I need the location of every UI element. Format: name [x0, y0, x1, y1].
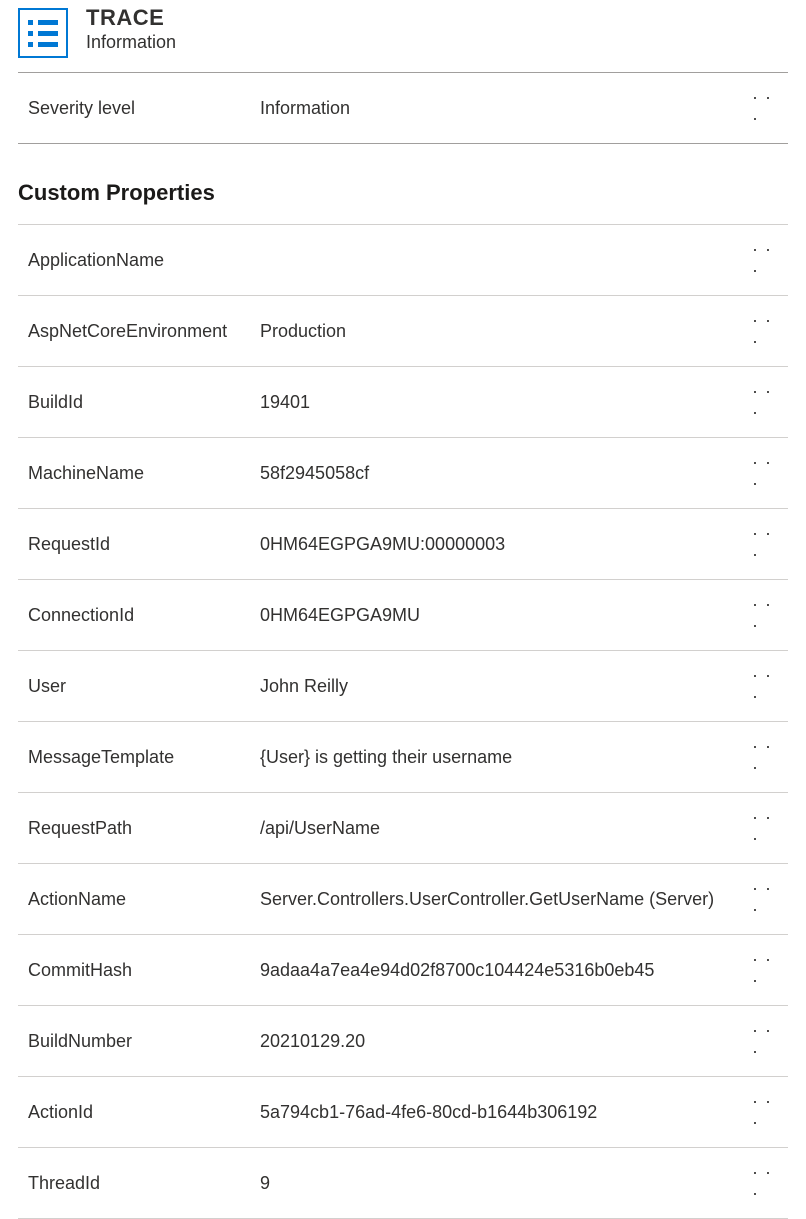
severity-table: Severity level Information · · ·: [18, 72, 788, 144]
custom-properties-title: Custom Properties: [18, 180, 788, 206]
property-value: /api/UserName: [260, 816, 752, 840]
property-row: RequestId0HM64EGPGA9MU:00000003· · ·: [18, 508, 788, 579]
ellipsis-icon[interactable]: · · ·: [752, 381, 782, 423]
ellipsis-icon[interactable]: · · ·: [752, 523, 782, 565]
property-row: ConnectionId0HM64EGPGA9MU· · ·: [18, 579, 788, 650]
ellipsis-icon[interactable]: · · ·: [752, 452, 782, 494]
ellipsis-icon[interactable]: · · ·: [752, 878, 782, 920]
trace-subtitle: Information: [86, 32, 176, 53]
ellipsis-icon[interactable]: · · ·: [752, 1020, 782, 1062]
property-value: 0HM64EGPGA9MU:00000003: [260, 532, 752, 556]
property-value: 58f2945058cf: [260, 461, 752, 485]
property-value: 5a794cb1-76ad-4fe6-80cd-b1644b306192: [260, 1100, 752, 1124]
property-value: {User} is getting their username: [260, 745, 752, 769]
property-value: John Reilly: [260, 674, 752, 698]
custom-properties-table: ApplicationName· · ·AspNetCoreEnvironmen…: [18, 224, 788, 1219]
property-row: UserJohn Reilly· · ·: [18, 650, 788, 721]
property-value: Production: [260, 319, 752, 343]
property-label: RequestId: [28, 532, 260, 556]
severity-value: Information: [260, 96, 752, 120]
property-value: 19401: [260, 390, 752, 414]
ellipsis-icon[interactable]: · · ·: [752, 1091, 782, 1133]
ellipsis-icon[interactable]: · · ·: [752, 665, 782, 707]
property-row: BuildNumber20210129.20· · ·: [18, 1005, 788, 1076]
severity-label: Severity level: [28, 96, 260, 120]
ellipsis-icon[interactable]: · · ·: [752, 1162, 782, 1204]
property-label: ConnectionId: [28, 603, 260, 627]
property-label: BuildNumber: [28, 1029, 260, 1053]
property-row: ActionNameServer.Controllers.UserControl…: [18, 863, 788, 934]
property-row: AspNetCoreEnvironmentProduction· · ·: [18, 295, 788, 366]
property-label: RequestPath: [28, 816, 260, 840]
property-label: MessageTemplate: [28, 745, 260, 769]
property-row: ThreadId9· · ·: [18, 1147, 788, 1219]
property-label: MachineName: [28, 461, 260, 485]
property-label: User: [28, 674, 260, 698]
ellipsis-icon[interactable]: · · ·: [752, 310, 782, 352]
ellipsis-icon[interactable]: · · ·: [752, 807, 782, 849]
ellipsis-icon[interactable]: · · ·: [752, 594, 782, 636]
property-value: 0HM64EGPGA9MU: [260, 603, 752, 627]
property-label: ApplicationName: [28, 248, 260, 272]
property-label: ThreadId: [28, 1171, 260, 1195]
property-label: AspNetCoreEnvironment: [28, 319, 260, 343]
property-row: BuildId19401· · ·: [18, 366, 788, 437]
ellipsis-icon[interactable]: · · ·: [752, 87, 782, 129]
property-label: ActionId: [28, 1100, 260, 1124]
property-value: 9: [260, 1171, 752, 1195]
property-value: Server.Controllers.UserController.GetUse…: [260, 887, 752, 911]
ellipsis-icon[interactable]: · · ·: [752, 736, 782, 778]
property-row: MachineName58f2945058cf· · ·: [18, 437, 788, 508]
property-value: 9adaa4a7ea4e94d02f8700c104424e5316b0eb45: [260, 958, 752, 982]
property-label: CommitHash: [28, 958, 260, 982]
property-row: ActionId5a794cb1-76ad-4fe6-80cd-b1644b30…: [18, 1076, 788, 1147]
property-row: MessageTemplate{User} is getting their u…: [18, 721, 788, 792]
property-row: ApplicationName · · ·: [18, 224, 788, 295]
property-value: 20210129.20: [260, 1029, 752, 1053]
property-row: CommitHash9adaa4a7ea4e94d02f8700c104424e…: [18, 934, 788, 1005]
property-label: ActionName: [28, 887, 260, 911]
property-row: RequestPath/api/UserName· · ·: [18, 792, 788, 863]
trace-title: TRACE: [86, 6, 176, 30]
severity-row: Severity level Information · · ·: [18, 72, 788, 144]
trace-list-icon: [18, 8, 68, 58]
trace-header: TRACE Information: [18, 0, 788, 72]
ellipsis-icon[interactable]: · · ·: [752, 949, 782, 991]
ellipsis-icon[interactable]: · · ·: [752, 239, 782, 281]
property-label: BuildId: [28, 390, 260, 414]
